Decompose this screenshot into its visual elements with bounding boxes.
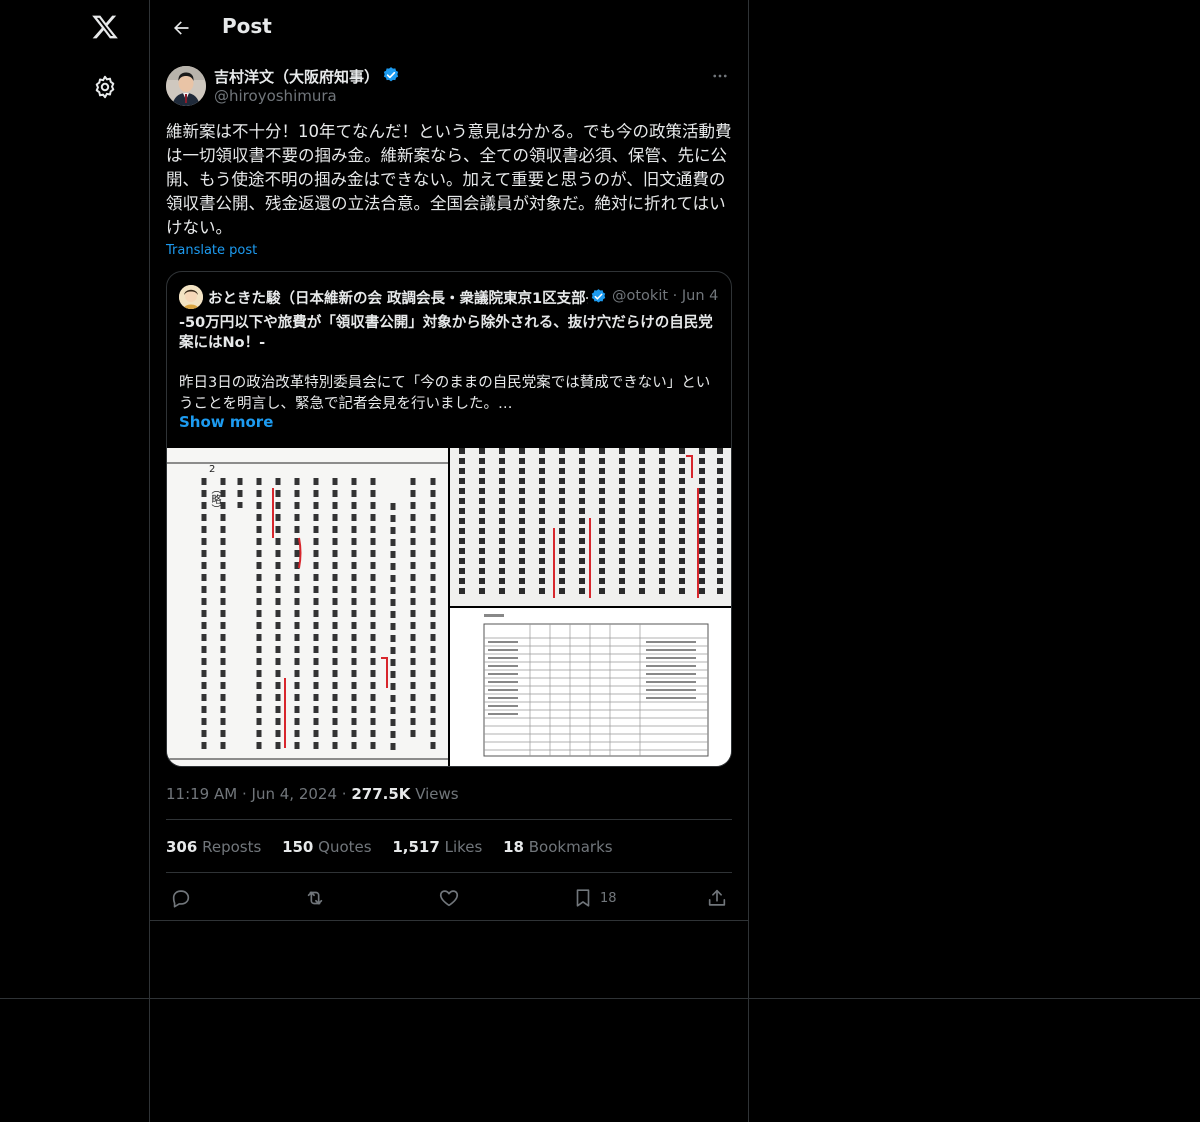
- more-options-icon[interactable]: [708, 64, 732, 88]
- bookmarks-label: Bookmarks: [528, 838, 613, 856]
- author-name[interactable]: 吉村洋文（大阪府知事）: [214, 66, 379, 87]
- media-image-table-3[interactable]: [450, 608, 731, 766]
- quoted-media-grid: 2 （略）: [167, 448, 731, 766]
- share-icon: [708, 889, 726, 906]
- show-more-link[interactable]: Show more: [179, 413, 273, 431]
- right-column-divider: [748, 0, 749, 1122]
- bookmarks-count: 18: [503, 838, 524, 856]
- meta-divider: [166, 819, 732, 820]
- repost-button[interactable]: [304, 884, 326, 912]
- translate-post-link[interactable]: Translate post: [166, 243, 257, 258]
- separator-dot: ·: [672, 288, 682, 304]
- reply-icon: [172, 890, 190, 908]
- post-detail-column: Post 吉村洋文（大阪府知事） @hiroyoshimura 維新案は不十分！…: [150, 0, 748, 908]
- author-avatar[interactable]: [166, 66, 206, 106]
- quoted-author-avatar: [179, 285, 203, 309]
- left-nav: [0, 0, 149, 1122]
- post-bottom-divider: [150, 920, 748, 921]
- heart-icon: [439, 890, 459, 907]
- like-button[interactable]: [438, 884, 460, 912]
- page-title: Post: [222, 14, 272, 38]
- post-time[interactable]: 11:19 AM: [166, 785, 237, 803]
- media-image-document-2[interactable]: [450, 448, 731, 606]
- quoted-author-handle: @otokit: [612, 288, 669, 304]
- quotes-stat[interactable]: 150 Quotes: [282, 838, 372, 856]
- likes-stat[interactable]: 1,517 Likes: [392, 838, 482, 856]
- media-image-document-1[interactable]: 2 （略）: [167, 448, 448, 766]
- bookmark-count: 18: [600, 890, 617, 906]
- view-count: 277.5K: [351, 785, 411, 803]
- author-handle[interactable]: @hiroyoshimura: [214, 87, 337, 105]
- post-date[interactable]: Jun 4, 2024: [252, 785, 337, 803]
- share-button[interactable]: [706, 884, 728, 912]
- engagement-stats: 306 Reposts 150 Quotes 1,517 Likes 18 Bo…: [166, 838, 629, 856]
- tweet-text: 維新案は不十分！10年てなんだ！という意見は分かる。でも今の政策活動費は一切領収…: [166, 122, 732, 237]
- post-header: Post: [150, 0, 748, 54]
- bookmark-button[interactable]: 18: [572, 884, 617, 912]
- likes-count: 1,517: [392, 838, 440, 856]
- quotes-count: 150: [282, 838, 314, 856]
- repost-icon: [307, 891, 323, 905]
- back-arrow-icon[interactable]: [164, 11, 198, 45]
- quoted-author-name: おときた駿（日本維新の会 政調会長・衆議院東京1区支部長）: [208, 291, 588, 307]
- reposts-stat[interactable]: 306 Reposts: [166, 838, 261, 856]
- page-horizontal-divider: [0, 998, 1200, 999]
- reposts-label: Reposts: [202, 838, 262, 856]
- bookmarks-stat[interactable]: 18 Bookmarks: [503, 838, 612, 856]
- action-bar: 18: [166, 884, 732, 912]
- post-meta: 11:19 AM · Jun 4, 2024 · 277.5K Views: [166, 785, 459, 803]
- doc-page-number: 2: [209, 464, 216, 475]
- quoted-verified-badge-icon: [590, 288, 607, 305]
- quoted-post-body: 昨日3日の政治改革特別委員会にて「今のままの自民党案では賛成できない」ということ…: [179, 375, 711, 412]
- quoted-post-card[interactable]: おときた駿（日本維新の会 政調会長・衆議院東京1区支部長） @otokit · …: [166, 271, 732, 767]
- settings-gear-icon[interactable]: [88, 70, 122, 104]
- doc-abbreviation-note: （略）: [209, 484, 220, 514]
- quotes-label: Quotes: [318, 838, 372, 856]
- quoted-post-date: Jun 4: [681, 288, 719, 304]
- verified-badge-icon: [382, 66, 400, 84]
- bookmark-icon: [576, 889, 590, 907]
- separator-dot: ·: [341, 785, 352, 803]
- likes-label: Likes: [444, 838, 483, 856]
- x-logo-icon[interactable]: [88, 10, 122, 44]
- stats-divider: [166, 872, 732, 873]
- views-label: Views: [415, 785, 459, 803]
- author-row: 吉村洋文（大阪府知事） @hiroyoshimura: [166, 64, 732, 108]
- left-column-divider: [149, 0, 150, 1122]
- separator-dot: ·: [241, 785, 252, 803]
- reposts-count: 306: [166, 838, 198, 856]
- reply-button[interactable]: [170, 884, 192, 912]
- quoted-handle-date: @otokit · Jun 4: [612, 288, 718, 304]
- quoted-post-title: -50万円以下や旅費が「領収書公開」対象から除外される、抜け穴だらけの自民党案に…: [179, 315, 713, 351]
